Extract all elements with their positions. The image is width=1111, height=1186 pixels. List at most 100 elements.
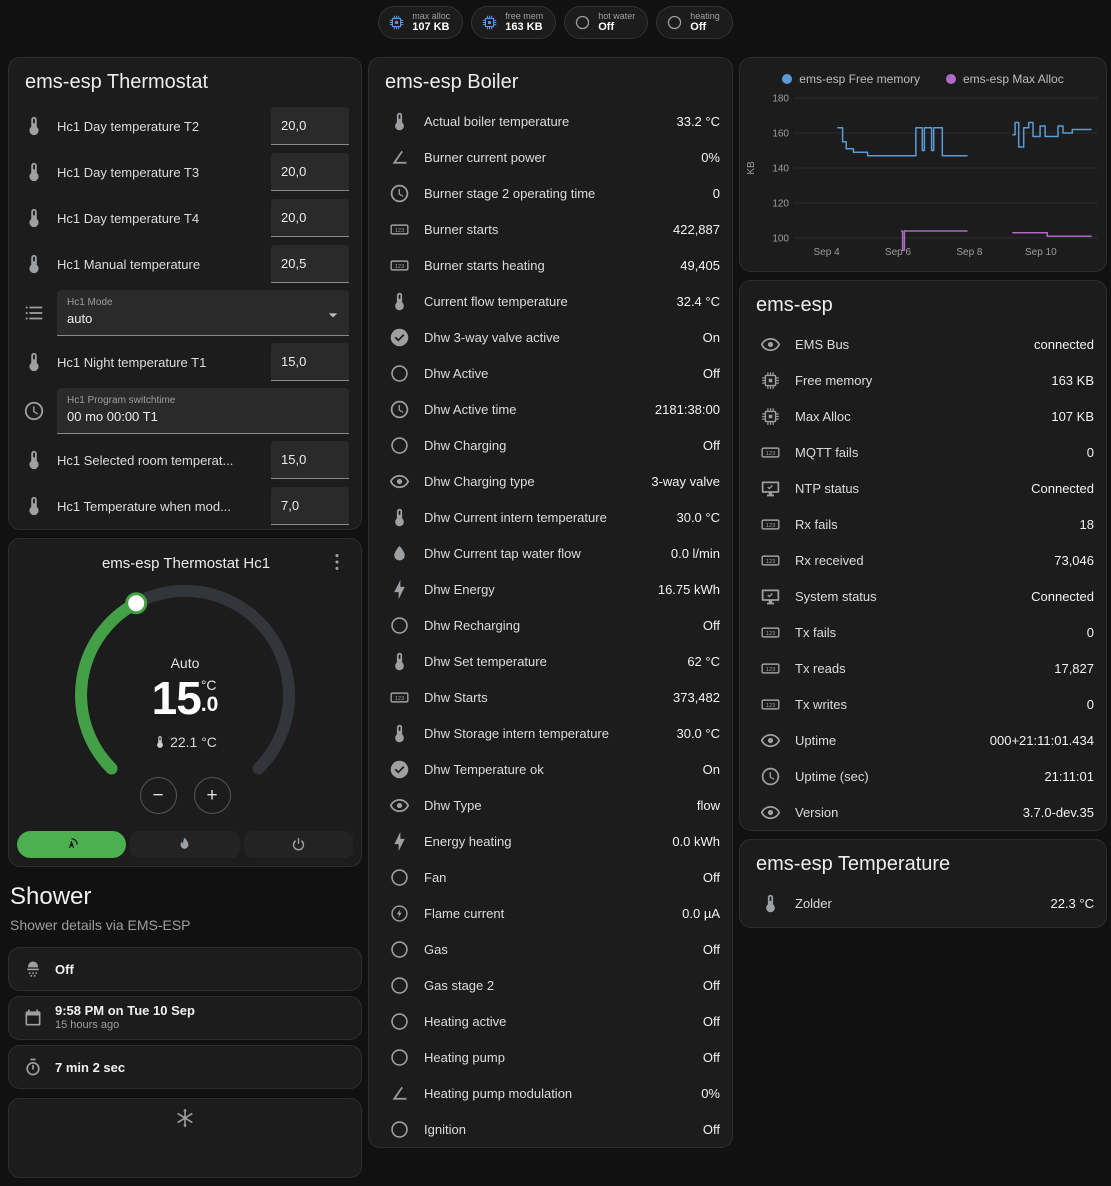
attribute-row[interactable]: FanOff	[369, 859, 732, 895]
attribute-row[interactable]: Free memory163 KB	[740, 362, 1106, 398]
attribute-label: Dhw Set temperature	[424, 654, 673, 669]
list-icon	[23, 302, 45, 324]
attribute-row[interactable]: Dhw Energy16.75 kWh	[369, 571, 732, 607]
temperature-rows: Zolder22.3 °C	[740, 885, 1106, 921]
attribute-row[interactable]: Uptime000+21:11:01.434	[740, 722, 1106, 758]
attribute-row[interactable]: Dhw Current tap water flow0.0 l/min	[369, 535, 732, 571]
number-entity-row[interactable]: Hc1 Day temperature T320,0	[9, 149, 361, 195]
legend-item: ems-esp Max Alloc	[946, 72, 1064, 86]
number-input[interactable]: 20,0	[271, 153, 349, 191]
attribute-row[interactable]: Dhw Current intern temperature30.0 °C	[369, 499, 732, 535]
attribute-value: 0	[1087, 697, 1094, 712]
more-options-button[interactable]	[325, 551, 349, 575]
attribute-row[interactable]: 123Burner starts heating49,405	[369, 247, 732, 283]
svg-text:123: 123	[766, 450, 775, 456]
shower-duration-card[interactable]: 7 min 2 sec	[8, 1045, 362, 1089]
attribute-row[interactable]: 123Dhw Starts373,482	[369, 679, 732, 715]
attribute-row[interactable]: Dhw Charging type3-way valve	[369, 463, 732, 499]
cold-shot-card[interactable]	[8, 1098, 362, 1178]
attribute-label: Energy heating	[424, 834, 658, 849]
number-input[interactable]: 7,0	[271, 487, 349, 525]
attribute-row[interactable]: Gas stage 2Off	[369, 967, 732, 1003]
temp-decrease-button[interactable]: −	[140, 777, 177, 814]
number-entity-row[interactable]: Hc1 Day temperature T220,0	[9, 103, 361, 149]
number-input[interactable]: 20,0	[271, 107, 349, 145]
shower-section-title: Shower	[10, 883, 362, 911]
attribute-row[interactable]: Dhw Typeflow	[369, 787, 732, 823]
attribute-value: 3-way valve	[651, 474, 720, 489]
status-badge[interactable]: heatingOff	[656, 6, 733, 39]
attribute-row[interactable]: Dhw Temperature okOn	[369, 751, 732, 787]
calendar-icon-slot	[23, 1008, 43, 1028]
attribute-row[interactable]: 123Tx fails0	[740, 614, 1106, 650]
shower-timestamp-card[interactable]: 9:58 PM on Tue 10 Sep 15 hours ago	[8, 996, 362, 1040]
attribute-row[interactable]: Actual boiler temperature33.2 °C	[369, 103, 732, 139]
svg-text:100: 100	[772, 234, 789, 245]
number-input[interactable]: 20,5	[271, 245, 349, 283]
dial-handle[interactable]	[127, 594, 146, 613]
badge-label: free mem	[505, 11, 543, 22]
attribute-row[interactable]: EMS Busconnected	[740, 326, 1106, 362]
text-entity-row[interactable]: Hc1 Program switchtime00 mo 00:00 T1	[9, 385, 361, 437]
attribute-row[interactable]: Heating pumpOff	[369, 1039, 732, 1075]
memory-usage-chart: 100120140160180Sep 4Sep 6Sep 8Sep 10KB	[740, 88, 1106, 266]
select-entity-row[interactable]: Hc1 Modeauto	[9, 287, 361, 339]
shower-state-card[interactable]: Off	[8, 947, 362, 991]
text-input[interactable]: Hc1 Program switchtime00 mo 00:00 T1	[57, 388, 349, 434]
attribute-row[interactable]: Dhw Storage intern temperature30.0 °C	[369, 715, 732, 751]
attribute-row[interactable]: Burner stage 2 operating time0	[369, 175, 732, 211]
attribute-row[interactable]: Dhw Active time2181:38:00	[369, 391, 732, 427]
attribute-row[interactable]: NTP statusConnected	[740, 470, 1106, 506]
attribute-row[interactable]: Dhw 3-way valve activeOn	[369, 319, 732, 355]
attribute-row[interactable]: Burner current power0%	[369, 139, 732, 175]
field-value: auto	[67, 311, 92, 326]
attribute-row[interactable]: Dhw ChargingOff	[369, 427, 732, 463]
mode-select[interactable]: Hc1 Modeauto	[57, 290, 349, 336]
attribute-label: Version	[795, 805, 1009, 820]
attribute-row[interactable]: 123Tx reads17,827	[740, 650, 1106, 686]
number-entity-row[interactable]: Hc1 Night temperature T115,0	[9, 339, 361, 385]
hvac-mode-auto-button[interactable]	[17, 831, 126, 858]
number-input[interactable]: 15,0	[271, 343, 349, 381]
attribute-row[interactable]: 123Rx fails18	[740, 506, 1106, 542]
attribute-row[interactable]: Zolder22.3 °C	[740, 885, 1106, 921]
attribute-row[interactable]: Current flow temperature32.4 °C	[369, 283, 732, 319]
field-value: 00 mo 00:00 T1	[67, 409, 158, 424]
attribute-row[interactable]: Dhw RechargingOff	[369, 607, 732, 643]
attribute-row[interactable]: 123Burner starts422,887	[369, 211, 732, 247]
temp-increase-button[interactable]: +	[194, 777, 231, 814]
number-input[interactable]: 15,0	[271, 441, 349, 479]
attribute-row[interactable]: Max Alloc107 KB	[740, 398, 1106, 434]
hvac-mode-off-button[interactable]	[244, 831, 353, 858]
attribute-row[interactable]: 123Tx writes0	[740, 686, 1106, 722]
card-title: ems-esp Boiler	[369, 58, 732, 103]
attribute-row[interactable]: Dhw Set temperature62 °C	[369, 643, 732, 679]
chip-icon	[760, 406, 781, 427]
attribute-row[interactable]: Energy heating0.0 kWh	[369, 823, 732, 859]
status-badge[interactable]: max alloc107 KB	[378, 6, 463, 39]
status-badge[interactable]: free mem163 KB	[471, 6, 556, 39]
hvac-mode-heat-button[interactable]	[130, 831, 239, 858]
attribute-row[interactable]: System statusConnected	[740, 578, 1106, 614]
number-entity-row[interactable]: Hc1 Manual temperature20,5	[9, 241, 361, 287]
attribute-row[interactable]: Uptime (sec)21:11:01	[740, 758, 1106, 794]
attribute-row[interactable]: Heating activeOff	[369, 1003, 732, 1039]
attribute-row[interactable]: Flame current0.0 µA	[369, 895, 732, 931]
number-entity-row[interactable]: Hc1 Day temperature T420,0	[9, 195, 361, 241]
card-title: ems-esp Thermostat	[9, 58, 361, 103]
attribute-row[interactable]: 123Rx received73,046	[740, 542, 1106, 578]
attribute-value: 373,482	[673, 690, 720, 705]
status-badge[interactable]: hot waterOff	[564, 6, 648, 39]
chip-icon	[388, 14, 405, 31]
boiler-rows: Actual boiler temperature33.2 °CBurner c…	[369, 103, 732, 1147]
number-input[interactable]: 20,0	[271, 199, 349, 237]
attribute-row[interactable]: 123MQTT fails0	[740, 434, 1106, 470]
attribute-row[interactable]: IgnitionOff	[369, 1111, 732, 1147]
attribute-row[interactable]: Heating pump modulation0%	[369, 1075, 732, 1111]
attribute-row[interactable]: Dhw ActiveOff	[369, 355, 732, 391]
number-entity-row[interactable]: Hc1 Selected room temperat...15,0	[9, 437, 361, 483]
attribute-row[interactable]: GasOff	[369, 931, 732, 967]
attribute-row[interactable]: Version3.7.0-dev.35	[740, 794, 1106, 830]
attribute-value: Off	[703, 1050, 720, 1065]
number-entity-row[interactable]: Hc1 Temperature when mod...7,0	[9, 483, 361, 529]
